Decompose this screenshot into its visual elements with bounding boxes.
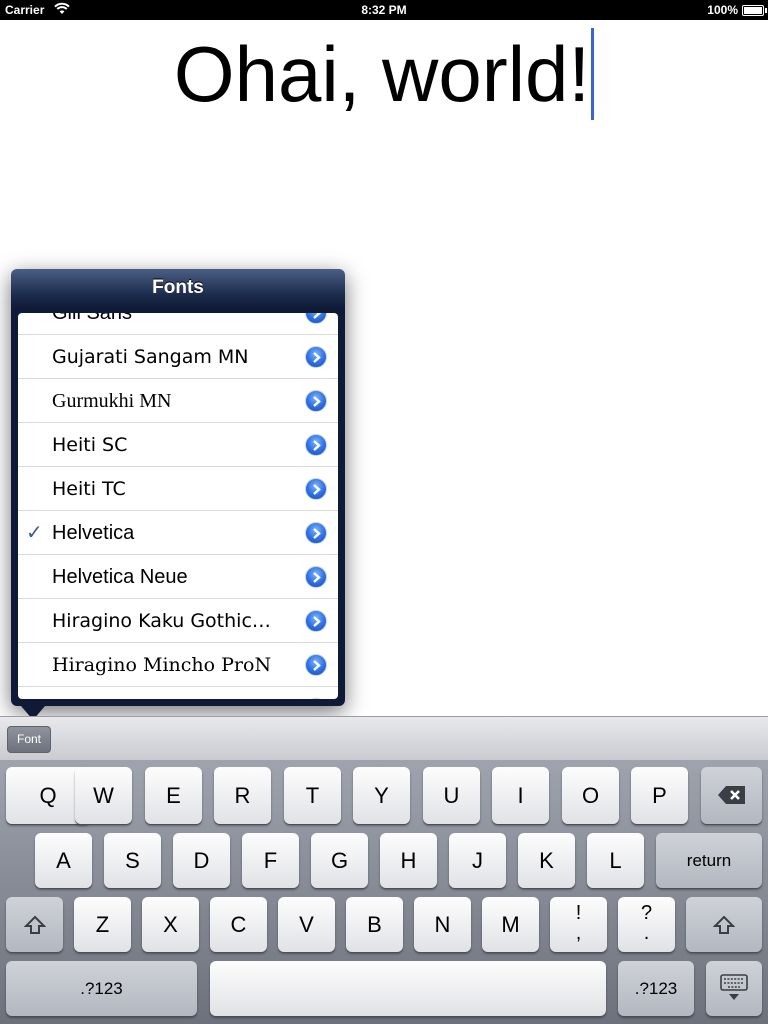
font-row-label: Hiragino Mincho ProN	[52, 654, 272, 676]
key-s[interactable]: S	[104, 833, 161, 888]
font-row-label: Hoefler Text	[52, 687, 153, 699]
disclosure-chevron-icon[interactable]	[305, 346, 327, 368]
font-row[interactable]: Gurmukhi MN	[18, 379, 338, 423]
font-button[interactable]: Font	[7, 726, 51, 753]
key-u[interactable]: U	[423, 767, 480, 824]
key-a[interactable]: A	[35, 833, 92, 888]
disclosure-chevron-icon[interactable]	[305, 698, 327, 699]
backspace-icon	[717, 786, 745, 804]
font-row-label: Gujarati Sangam MN	[52, 346, 249, 368]
key-k[interactable]: K	[518, 833, 575, 888]
key-c[interactable]: C	[210, 897, 267, 952]
key-n[interactable]: N	[414, 897, 471, 952]
font-row-label: Gill Sans	[52, 313, 133, 324]
key-g[interactable]: G	[311, 833, 368, 888]
keyboard-accessory-toolbar: Font	[0, 716, 768, 760]
space-key[interactable]	[210, 961, 606, 1016]
key-v[interactable]: V	[278, 897, 335, 952]
key-b[interactable]: B	[346, 897, 403, 952]
font-row-label: Heiti TC	[52, 478, 126, 500]
numbers-key-left[interactable]: .?123	[6, 961, 197, 1016]
font-row-label: Heiti SC	[52, 434, 128, 456]
disclosure-chevron-icon[interactable]	[305, 434, 327, 456]
font-list-content: Gill Sans Gujarati Sangam MN Gurmukhi MN He…	[18, 313, 338, 699]
key-j[interactable]: J	[449, 833, 506, 888]
disclosure-chevron-icon[interactable]	[305, 390, 327, 412]
key-w[interactable]: W	[75, 767, 132, 824]
key-question-period[interactable]: ?.	[618, 897, 675, 952]
font-row[interactable]: Gill Sans	[18, 313, 338, 335]
font-row[interactable]: Helvetica Neue	[18, 555, 338, 599]
key-z[interactable]: Z	[74, 897, 131, 952]
key-d[interactable]: D	[173, 833, 230, 888]
key-t[interactable]: T	[284, 767, 341, 824]
numbers-key-right[interactable]: .?123	[618, 961, 694, 1016]
battery-fill	[744, 7, 762, 14]
shift-icon	[23, 915, 46, 934]
key-h[interactable]: H	[380, 833, 437, 888]
disclosure-chevron-icon[interactable]	[305, 313, 327, 324]
keyboard: Q W E R T Y U I O P A S D F G H J K L re…	[0, 760, 768, 1024]
text-cursor	[591, 28, 595, 120]
disclosure-chevron-icon[interactable]	[305, 522, 327, 544]
battery-icon	[742, 5, 767, 16]
font-row[interactable]: ✓ Helvetica	[18, 511, 338, 555]
key-m[interactable]: M	[482, 897, 539, 952]
checkmark-icon: ✓	[26, 522, 43, 544]
battery-percent: 100%	[707, 3, 738, 17]
disclosure-chevron-icon[interactable]	[305, 566, 327, 588]
key-r[interactable]: R	[214, 767, 271, 824]
key-i[interactable]: I	[492, 767, 549, 824]
font-row[interactable]: Heiti SC	[18, 423, 338, 467]
disclosure-chevron-icon[interactable]	[305, 610, 327, 632]
shift-key-right[interactable]	[686, 897, 762, 952]
backspace-key[interactable]	[701, 767, 762, 824]
font-row[interactable]: Hiragino Kaku Gothic…	[18, 599, 338, 643]
document-text: Ohai, world!	[173, 30, 591, 118]
shift-key-left[interactable]	[6, 897, 63, 952]
key-o[interactable]: O	[562, 767, 619, 824]
key-p[interactable]: P	[631, 767, 688, 824]
font-row-label: Hiragino Kaku Gothic…	[52, 610, 271, 632]
font-row-label: Helvetica	[52, 522, 135, 544]
dismiss-keyboard-key[interactable]	[706, 961, 762, 1016]
status-time: 8:32 PM	[361, 3, 407, 17]
font-row[interactable]: Hoefler Text	[18, 687, 338, 699]
font-row-label: Helvetica Neue	[52, 566, 188, 588]
font-row[interactable]: Hiragino Mincho ProN	[18, 643, 338, 687]
disclosure-chevron-icon[interactable]	[305, 654, 327, 676]
disclosure-chevron-icon[interactable]	[305, 478, 327, 500]
key-l[interactable]: L	[587, 833, 644, 888]
font-row[interactable]: Heiti TC	[18, 467, 338, 511]
keyboard-dismiss-icon	[720, 974, 748, 1000]
key-e[interactable]: E	[145, 767, 202, 824]
shift-icon	[712, 915, 736, 934]
fonts-popover: Fonts Gill Sans Gujarati Sangam MN Gurmukh…	[11, 269, 345, 706]
return-key[interactable]: return	[656, 833, 762, 888]
key-x[interactable]: X	[142, 897, 199, 952]
key-exclaim-comma[interactable]: !,	[550, 897, 607, 952]
font-list[interactable]: Gill Sans Gujarati Sangam MN Gurmukhi MN He…	[18, 313, 338, 699]
key-f[interactable]: F	[242, 833, 299, 888]
document-text-area[interactable]: Ohai, world!	[0, 28, 768, 120]
key-y[interactable]: Y	[353, 767, 410, 824]
font-row-label: Gurmukhi MN	[52, 390, 172, 412]
status-bar: Carrier 8:32 PM 100%	[0, 0, 768, 20]
popover-title: Fonts	[152, 277, 204, 298]
font-row[interactable]: Gujarati Sangam MN	[18, 335, 338, 379]
